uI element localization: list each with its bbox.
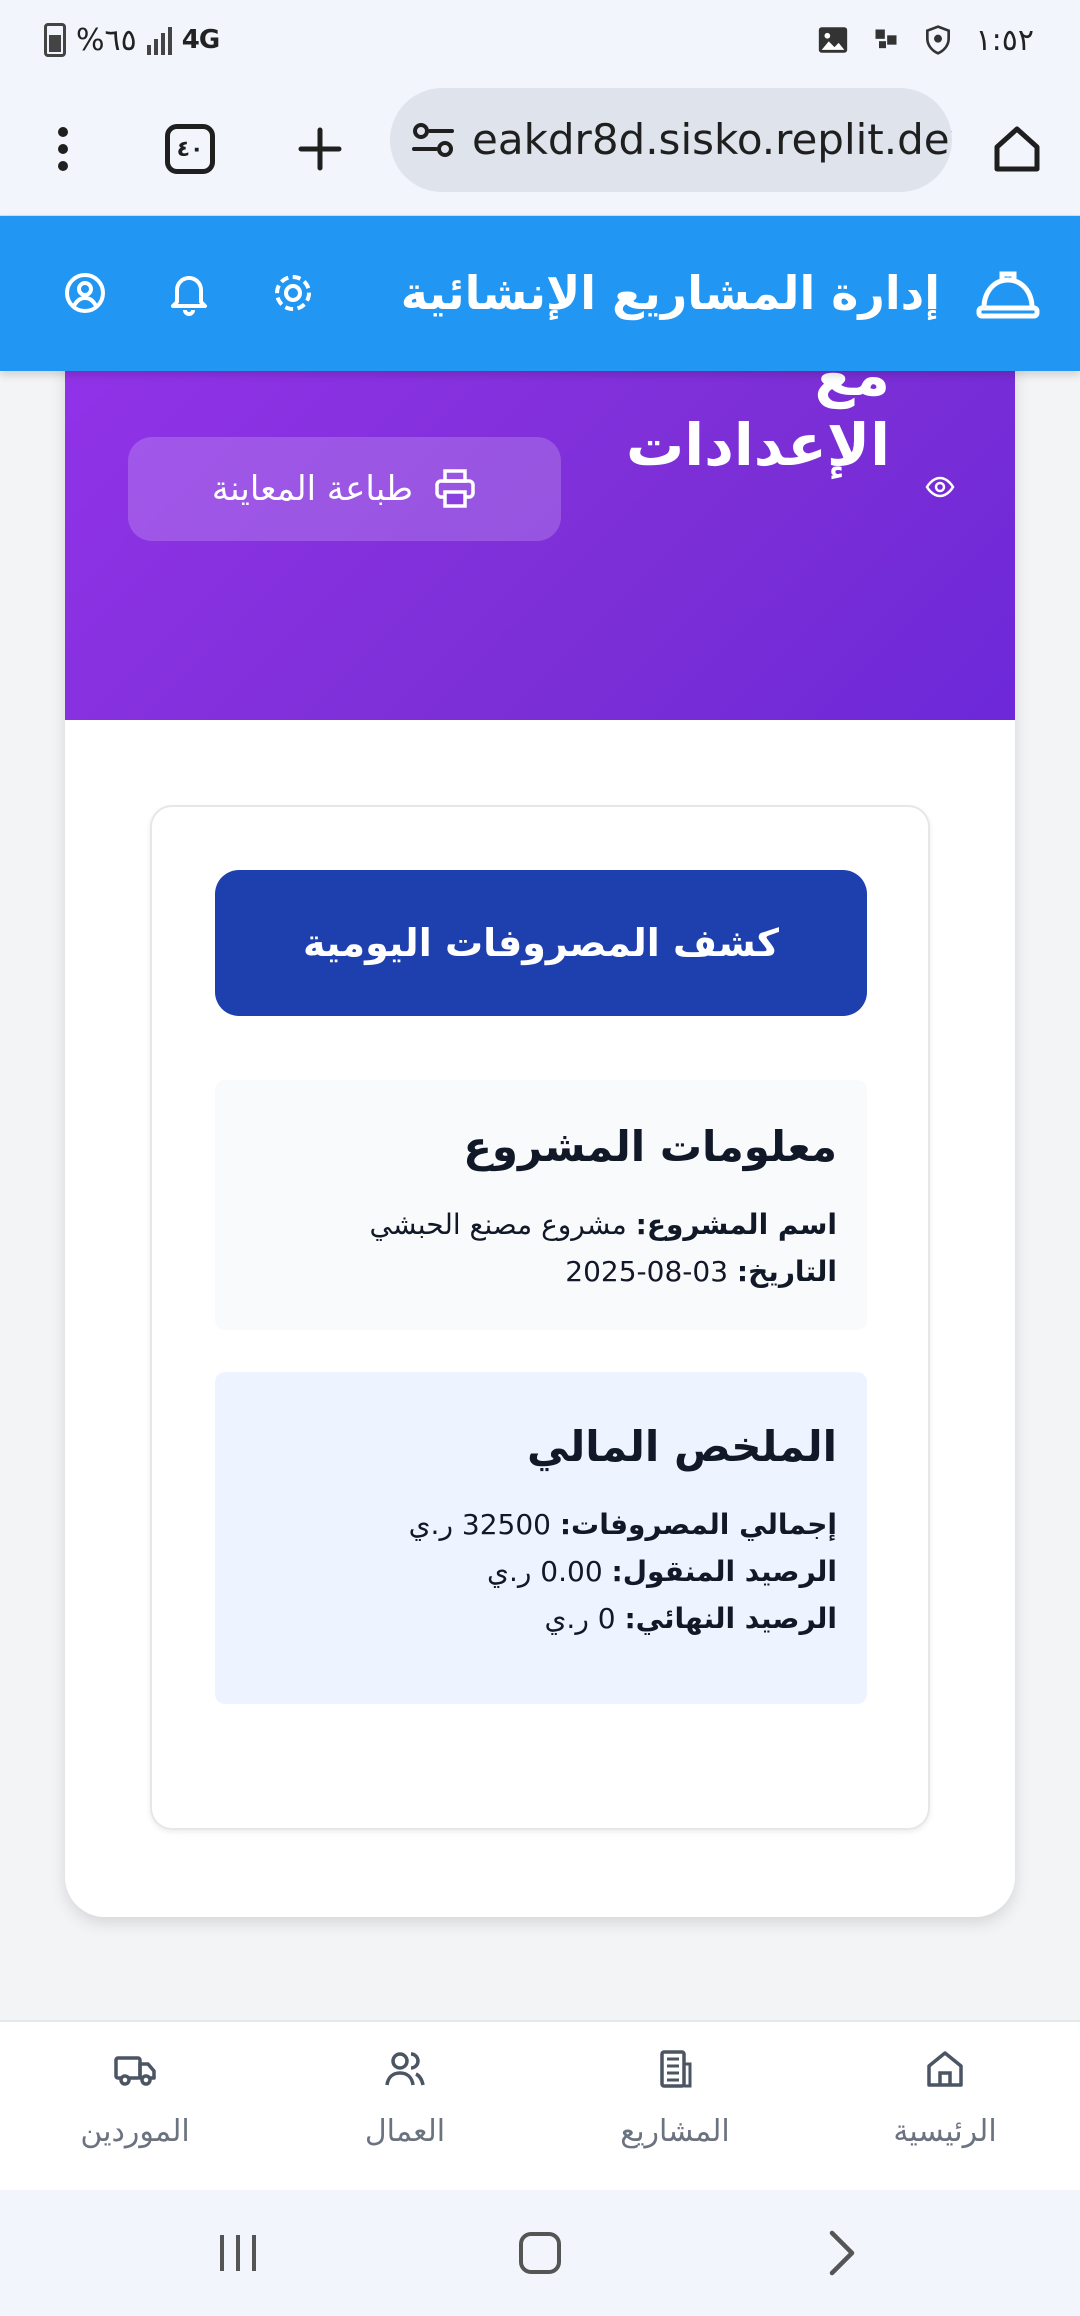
site-settings-icon[interactable] [408,115,458,165]
project-info-title: معلومات المشروع [463,1122,837,1171]
project-name-row: اسم المشروع: مشروع مصنع الحبشي [245,1201,837,1248]
total-expenses-row: إجمالي المصروفات: 32500 ر.ي [245,1501,837,1548]
app-header: إدارة المشاريع الإنشائية [0,216,1080,371]
shield-icon [925,25,950,55]
battery-percent: %٦٥ [76,22,137,58]
financial-summary-title: الملخص المالي [526,1422,837,1471]
total-expenses-value: 32500 ر.ي [408,1508,551,1541]
status-right: ١:٥٢ [816,20,1034,60]
total-expenses-label: إجمالي المصروفات: [559,1508,837,1541]
back-button[interactable] [812,2225,872,2281]
app-title: إدارة المشاريع الإنشائية [400,266,940,320]
new-tab-button[interactable] [285,114,355,184]
daily-expenses-report-button[interactable]: كشف المصروفات اليومية [215,870,867,1016]
system-nav-bar [0,2190,1080,2316]
nav-workers[interactable]: العمال [270,2022,540,2192]
home-square-icon [519,2232,561,2274]
final-balance-label: الرصيد النهائي: [624,1602,837,1635]
more-vertical-icon [58,127,68,171]
status-left: %٦٥ 4G [44,20,220,60]
status-bar: %٦٥ 4G ١:٥٢ [0,0,1080,82]
url-text: eakdr8d.sisko.replit.dev [472,115,952,164]
date-row: التاريخ: 03-08-2025 [245,1248,837,1295]
bell-icon[interactable] [164,268,214,318]
tab-switcher-button[interactable]: ٤٠ [155,114,225,184]
nav-suppliers-label: الموردين [80,2114,190,2149]
carried-balance-value: 0.00 ر.ي [487,1555,603,1588]
nav-workers-label: العمال [364,2114,446,2149]
users-icon [385,2052,425,2086]
nav-home-label: الرئيسية [893,2114,997,2149]
date-label: التاريخ: [736,1255,837,1288]
building-icon [660,2050,692,2088]
report-card: كشف المصروفات اليومية معلومات المشروع اس… [150,805,930,1830]
address-bar[interactable]: eakdr8d.sisko.replit.dev [390,88,952,192]
nav-projects-label: المشاريع [620,2114,730,2149]
home-icon [994,126,1040,172]
image-icon [818,27,847,53]
nav-home[interactable]: الرئيسية [810,2022,1080,2192]
home-button[interactable] [982,114,1052,184]
print-preview-label: طباعة المعاينة [211,469,414,509]
final-balance-row: الرصيد النهائي: 0 ر.ي [245,1595,838,1642]
battery-icon [44,23,66,57]
browser-menu-button[interactable] [28,114,98,184]
carried-balance-label: الرصيد المنقول: [611,1555,837,1588]
plus-icon [298,127,342,171]
recents-button[interactable] [208,2225,268,2281]
printer-icon [435,469,475,508]
date-value: 03-08-2025 [565,1255,729,1288]
signal-icon [146,25,172,55]
nav-suppliers[interactable]: الموردين [0,2022,270,2192]
final-balance-value: 0 ر.ي [544,1602,616,1635]
carried-balance-row: الرصيد المنقول: 0.00 ر.ي [245,1548,837,1595]
project-info-section: معلومات المشروع اسم المشروع: مشروع مصنع … [215,1080,867,1330]
settings-icon[interactable] [268,268,318,318]
preview-card: المعاينة المباشرة مع الإعدادات طباعة الم… [65,300,1015,1917]
eye-icon [925,476,955,498]
user-icon[interactable] [60,268,110,318]
home-icon [927,2051,963,2087]
browser-toolbar: ٤٠ eakdr8d.sisko.replit.dev [0,82,1080,216]
nav-projects[interactable]: المشاريع [540,2022,810,2192]
truck-icon [114,2056,156,2086]
project-name-label: اسم المشروع: [635,1208,837,1241]
chevron-right-icon [829,2230,855,2276]
helmet-icon [976,271,1040,319]
network-type: 4G [181,25,220,55]
tab-count: ٤٠ [165,124,215,174]
bottom-nav: الرئيسية المشاريع العمال الموردين [0,2020,1080,2190]
clock: ١:٥٢ [975,22,1034,58]
print-preview-button[interactable]: طباعة المعاينة [128,437,561,541]
project-name-value: مشروع مصنع الحبشي [369,1208,627,1241]
app-notification-icon [875,29,897,49]
financial-summary-section: الملخص المالي إجمالي المصروفات: 32500 ر.… [215,1372,867,1704]
recents-icon [220,2235,256,2271]
system-home-button[interactable] [510,2225,570,2281]
